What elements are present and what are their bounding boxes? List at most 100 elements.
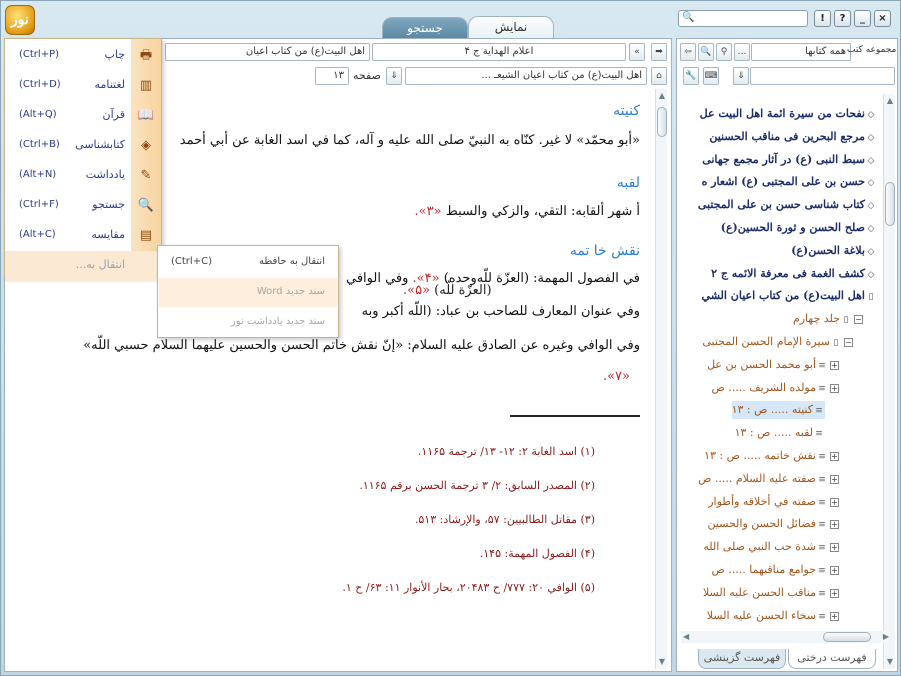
tab-selective-toc[interactable]: فهرست گزینشی xyxy=(698,649,786,669)
expand-icon[interactable]: + xyxy=(830,383,839,393)
tag-icon[interactable]: ⌂ xyxy=(651,67,667,85)
tree-horizontal-scrollbar[interactable]: ◀ ▶ xyxy=(681,631,891,643)
help-button[interactable]: ? xyxy=(834,10,851,27)
tree-item[interactable]: + ≡صفته عليه السلام ..... ص xyxy=(698,470,839,488)
filter-icon[interactable]: 🔍 xyxy=(698,43,714,61)
ellipsis-button[interactable]: … xyxy=(734,43,750,61)
close-button[interactable]: × xyxy=(874,10,891,27)
tree-item[interactable]: + ≡صفته في أخلاقه وأطوار xyxy=(708,493,839,511)
menu-item-shortcut: (Alt+N) xyxy=(19,169,57,180)
expand-icon[interactable]: + xyxy=(830,611,839,621)
menu-item-printer[interactable]: چاپ (Ctrl+P) 🖶 xyxy=(5,41,161,71)
dropdown-arrow-icon[interactable]: ⇓ xyxy=(386,67,402,85)
context-menu: چاپ (Ctrl+P) 🖶 لغتنامه (Ctrl+D) ▥ قرآن (Alt+Q) 📖… xyxy=(4,38,162,281)
back-nav-button[interactable]: ⇦ xyxy=(680,43,696,61)
menu-item-bibliography[interactable]: کتابشناسی (Ctrl+B) ◈ xyxy=(5,131,161,161)
menu-copy-clipboard[interactable]: انتقال به حافظه (Ctrl+C) xyxy=(159,248,337,277)
expand-icon[interactable]: + xyxy=(830,588,839,598)
menu-new-noor-note[interactable]: سند جديد يادداشت نور xyxy=(159,308,337,337)
tree-search-input[interactable] xyxy=(750,67,895,85)
expand-icon[interactable]: + xyxy=(830,543,839,553)
menu-new-word-doc[interactable]: سند جديد Word xyxy=(159,278,337,307)
app-logo[interactable]: نور xyxy=(5,5,35,35)
tree-item[interactable]: ◇كتاب شناسى حسن بن على المجتبى xyxy=(698,196,877,214)
tab-display[interactable]: نمایش xyxy=(468,16,554,39)
tree-item[interactable]: + ≡جوامع مناقبهما ..... ص xyxy=(712,561,839,579)
dropdown-arrow-icon-2[interactable]: ⇓ xyxy=(733,67,749,85)
minimize-button[interactable]: _ xyxy=(854,10,871,27)
info-button[interactable]: ! xyxy=(814,10,831,27)
tree-item[interactable]: ◇بلاغة الحسن(ع) xyxy=(791,242,877,260)
tree-item[interactable]: −▯سيرة الإمام الحسن المجتبى xyxy=(702,333,853,351)
page-number-field[interactable]: ۱۳ xyxy=(315,67,349,85)
tree-item[interactable]: ◇نفحات من سيرة ائمة اهل البيت عل xyxy=(700,105,877,123)
tree-item[interactable]: + ≡أبو محمد الحسن بن عل xyxy=(707,356,839,374)
breadcrumb[interactable]: اهل البيت(ع) من كتاب اعيان الشيعـ ... xyxy=(405,67,647,85)
expand-icon[interactable]: + xyxy=(830,520,839,530)
heading-laqab: لقبه xyxy=(616,175,640,191)
tree-item[interactable]: ◇سبط النبى (ع) در آثار مجمع جهانى xyxy=(702,151,877,169)
tree-item[interactable]: ▯اهل البيت(ع) من كتاب اعيان الشي xyxy=(702,287,877,305)
expand-icon[interactable]: − xyxy=(854,315,863,325)
tree-item[interactable]: −▯جلد چهارم xyxy=(793,310,863,328)
tree-item[interactable]: + ≡نقش خاتمه ..... ص : ۱۳ xyxy=(704,447,839,465)
scroll-left-icon[interactable]: ◀ xyxy=(683,632,689,641)
expand-icon[interactable]: − xyxy=(844,338,853,347)
main-tabs: جستجو نمایش xyxy=(382,16,562,39)
tree-item[interactable]: ◇حسن بن على المجتبى (ع) اشعار ه xyxy=(702,173,877,191)
tree-item[interactable]: + ≡مولده الشريف ..... ص xyxy=(712,379,839,397)
menu-item-dictionary[interactable]: لغتنامه (Ctrl+D) ▥ xyxy=(5,71,161,101)
tree-item[interactable]: + ≡سخاء الحسن عليه السلا xyxy=(707,607,839,625)
page-icon: ≡ xyxy=(815,406,823,417)
h-scroll-thumb[interactable] xyxy=(823,632,871,642)
double-arrow-button[interactable]: « xyxy=(629,43,645,61)
forward-nav-button[interactable]: ➡ xyxy=(651,43,667,61)
menu-item-shortcut: (Ctrl+F) xyxy=(19,199,59,210)
footnote-ref-5[interactable]: «۵». xyxy=(403,283,430,298)
book-icon: ◇ xyxy=(867,201,875,212)
tree-scroll-thumb[interactable] xyxy=(885,182,895,226)
tree-item[interactable]: ◇مرجع البحرين فى مناقب الحسنين xyxy=(709,128,877,146)
collection-select[interactable]: همه کتابها xyxy=(751,43,851,61)
menu-item-compare[interactable]: مقایسه (Alt+C) ▤ xyxy=(5,221,161,251)
menu-item-quran[interactable]: قرآن (Alt+Q) 📖 xyxy=(5,101,161,131)
tree-search-icon[interactable]: ⚲ xyxy=(716,43,732,61)
scroll-down-icon[interactable]: ▼ xyxy=(656,657,668,667)
tree-item[interactable]: + ≡مناقب الحسن عليه السلا xyxy=(703,584,839,602)
footnote-ref-3[interactable]: «۳». xyxy=(415,204,442,219)
menu-item-transfer[interactable]: انتقال به... xyxy=(5,251,161,281)
tree-item[interactable]: + ≡شدة حب النبي صلى الله xyxy=(703,538,839,556)
expand-icon[interactable]: + xyxy=(830,474,839,484)
keyboard-icon[interactable]: ⌨ xyxy=(703,67,719,85)
scroll-right-icon[interactable]: ▶ xyxy=(883,632,889,641)
wrench-icon[interactable]: 🔧 xyxy=(683,67,699,85)
tree-item[interactable]: ◇صلح الحسن و ثورة الحسين(ع) xyxy=(721,219,877,237)
book-title-right-field[interactable]: اهل البيت(ع) من كتاب اعيان xyxy=(165,43,370,61)
tree-item[interactable]: + ≡فضائل الحسن والحسين xyxy=(707,515,839,533)
tree-scroll-up-icon[interactable]: ▲ xyxy=(884,96,896,106)
global-search-input[interactable]: 🔍 xyxy=(678,10,808,27)
tree-item[interactable]: ≡كنيته ..... ص : ۱۳ xyxy=(731,401,825,420)
page-label: صفحه xyxy=(353,69,381,82)
page-icon: ≡ xyxy=(818,452,826,462)
scroll-up-icon[interactable]: ▲ xyxy=(656,91,668,101)
expand-icon[interactable]: + xyxy=(830,360,839,370)
page-icon: ≡ xyxy=(818,566,826,576)
book-title-field[interactable]: اعلام الهداية ج ۴ xyxy=(372,43,626,61)
menu-item-search[interactable]: جستجو (Ctrl+F) 🔍 xyxy=(5,191,161,221)
expand-icon[interactable]: + xyxy=(830,452,839,461)
tree-item-label: أبو محمد الحسن بن عل xyxy=(707,357,816,371)
expand-icon[interactable]: + xyxy=(830,497,839,507)
paragraph-ring-1-tail: (العزّة للّه) «۵». xyxy=(403,283,492,298)
menu-item-note[interactable]: یادداشت (Alt+N) ✎ xyxy=(5,161,161,191)
reader-scrollbar[interactable]: ▲ ▼ xyxy=(655,89,667,669)
footnote-ref-7[interactable]: «۷». xyxy=(603,369,630,384)
tree-scrollbar[interactable]: ▲ ▼ xyxy=(883,94,895,669)
heading-ring: نقش خا تمه xyxy=(569,243,640,259)
tree-item[interactable]: ≡لقبه ..... ص : ۱۳ xyxy=(735,424,825,442)
tab-tree-toc[interactable]: فهرست درختی xyxy=(788,649,876,669)
tab-search[interactable]: جستجو xyxy=(382,17,468,38)
tree-item[interactable]: ◇كشف الغمة فى معرفة الائمه ج ۲ xyxy=(711,265,877,283)
expand-icon[interactable]: + xyxy=(830,566,839,575)
scroll-thumb[interactable] xyxy=(657,107,667,137)
